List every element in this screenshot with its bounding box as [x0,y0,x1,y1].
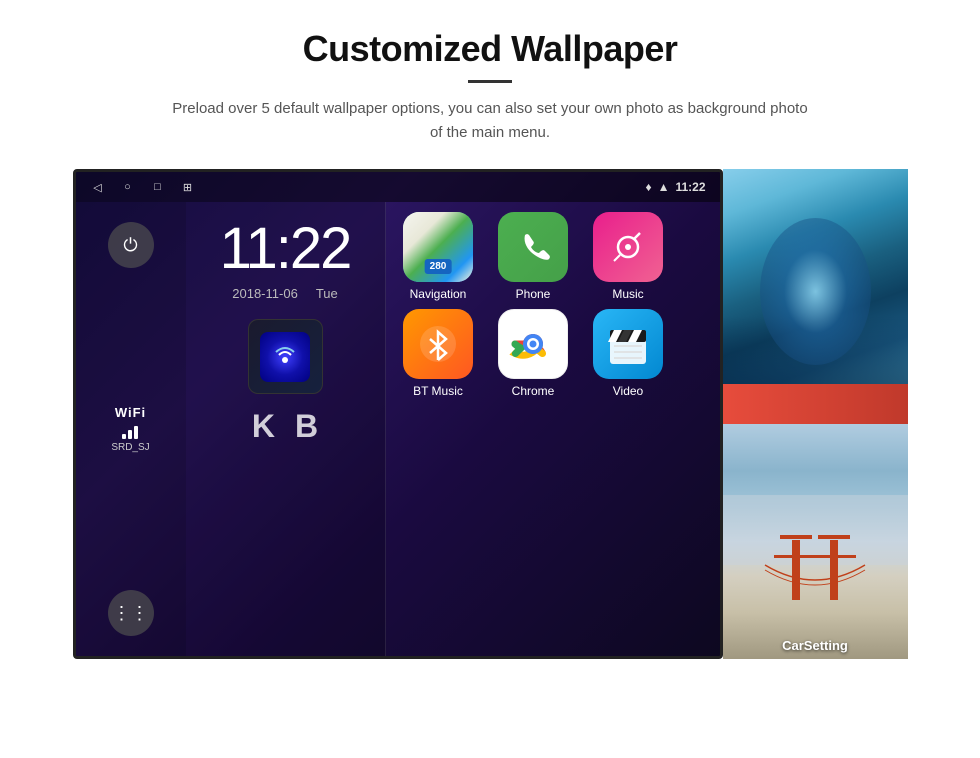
music-icon [593,212,663,282]
app-video[interactable]: Video [586,309,671,398]
wifi-bars [122,423,138,439]
page-description: Preload over 5 default wallpaper options… [170,97,810,145]
carsetting-label: CarSetting [782,638,848,653]
wallpaper-bridge[interactable]: CarSetting [723,424,908,659]
clock-date-value: 2018-11-06 [232,286,298,301]
b-widget[interactable]: B [295,408,318,445]
wifi-label: WiFi [115,405,146,420]
back-button[interactable]: ◁ [90,179,106,195]
navigation-icon: 280 [403,212,473,282]
app-phone[interactable]: Phone [491,212,576,301]
navigation-label: Navigation [410,287,467,301]
clock-time: 11:22 [220,220,351,278]
clock-area: 11:22 2018-11-06 Tue [186,202,386,656]
bridge-cables [750,560,880,600]
video-svg [604,320,652,368]
wifi-bar-3 [134,426,138,439]
music-svg [606,225,650,269]
chrome-label: Chrome [512,384,555,398]
app-row-2: BT Music [396,309,710,398]
music-label: Music [612,287,643,301]
screenshot-button[interactable]: ⊞ [180,179,196,195]
wallpaper-ice[interactable] [723,169,908,414]
page-title: Customized Wallpaper [303,28,678,70]
app-grid: 280 Navigation Phone [386,202,720,656]
status-right: ♦ ▲ 11:22 [645,180,705,194]
phone-icon [498,212,568,282]
sidebar: ⏻ WiFi SRD_SJ ⋮⋮ [76,202,186,656]
middle-widget [723,414,908,424]
clock-day: Tue [316,286,338,301]
app-music[interactable]: Music [586,212,671,301]
video-label: Video [613,384,643,398]
wifi-ssid: SRD_SJ [111,442,149,453]
app-btmusic[interactable]: BT Music [396,309,481,398]
radio-widget-area [248,319,323,394]
chrome-svg [507,318,559,370]
radio-widget[interactable] [248,319,323,394]
clock-date: 2018-11-06 Tue [232,286,337,301]
wallpaper-thumbnails: CarSetting [723,169,908,659]
radio-icon [270,342,300,372]
title-divider [468,80,512,83]
apps-button[interactable]: ⋮⋮ [108,590,154,636]
app-row-1: 280 Navigation Phone [396,212,710,301]
wifi-bar-2 [128,430,132,439]
k-widget[interactable]: K [252,408,275,445]
android-screen: ◁ ○ □ ⊞ ♦ ▲ 11:22 ⏻ WiFi [73,169,723,659]
btmusic-svg [416,322,460,366]
device-container: ◁ ○ □ ⊞ ♦ ▲ 11:22 ⏻ WiFi [60,169,920,659]
video-icon [593,309,663,379]
wifi-icon: ▲ [658,180,670,194]
status-time: 11:22 [675,180,705,194]
btmusic-label: BT Music [413,384,463,398]
wifi-widget: WiFi SRD_SJ [111,405,149,453]
shortcuts: K B [252,408,318,445]
home-button[interactable]: ○ [120,179,136,195]
wifi-bar-1 [122,434,126,439]
chrome-icon [498,309,568,379]
nav-shield: 280 [425,259,452,274]
radio-inner [260,332,310,382]
app-navigation[interactable]: 280 Navigation [396,212,481,301]
phone-label: Phone [516,287,551,301]
location-icon: ♦ [645,180,651,194]
btmusic-icon [403,309,473,379]
phone-svg [513,227,553,267]
app-chrome[interactable]: Chrome [491,309,576,398]
status-bar: ◁ ○ □ ⊞ ♦ ▲ 11:22 [76,172,720,202]
power-button[interactable]: ⏻ [108,222,154,268]
main-area: ⏻ WiFi SRD_SJ ⋮⋮ 11:22 [76,202,720,656]
recent-button[interactable]: □ [150,179,166,195]
nav-buttons: ◁ ○ □ ⊞ [90,179,196,195]
